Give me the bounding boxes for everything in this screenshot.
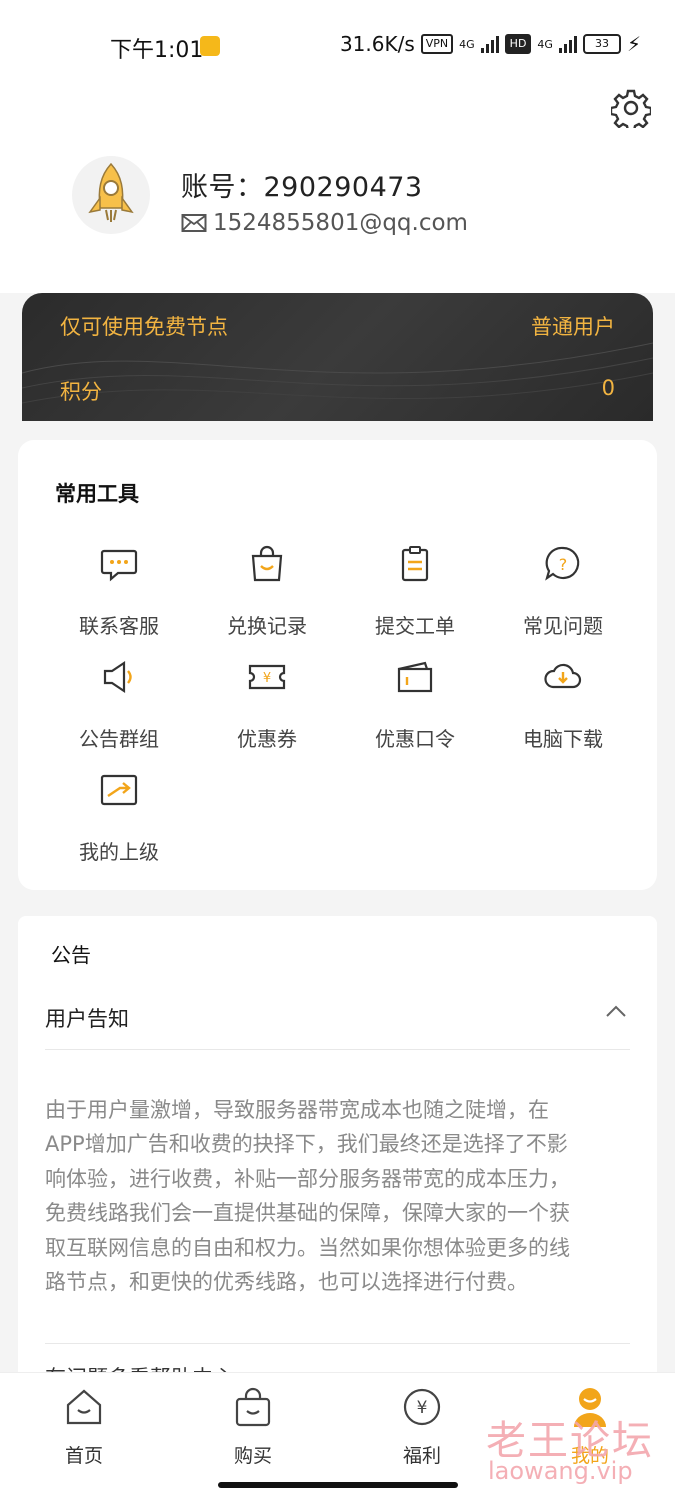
points-value: 0	[601, 376, 615, 400]
tab-welfare[interactable]: ¥ 福利	[362, 1373, 482, 1468]
account-number: 账号：290290473	[181, 172, 423, 203]
clipboard-icon	[401, 546, 429, 582]
net-type-2: 4G	[537, 37, 553, 51]
hd-badge: HD	[504, 34, 532, 54]
svg-text:¥: ¥	[417, 1398, 428, 1418]
megaphone-icon	[103, 660, 132, 694]
tool-label: 常见问题	[523, 614, 603, 638]
tool-label: 优惠券	[237, 727, 297, 751]
tools-title: 常用工具	[55, 482, 139, 506]
trend-up-icon	[100, 774, 138, 806]
shopping-bag-icon	[251, 545, 283, 582]
announcement-title: 公告	[51, 943, 91, 967]
notice-line: 响体验，进行收费，补贴一部分服务器带宽的成本压力，	[45, 1166, 570, 1191]
ticket-icon	[397, 661, 433, 693]
points-row: 积分 0	[60, 376, 615, 406]
charging-icon: ⚡	[626, 32, 641, 56]
tab-label: 购买	[233, 1445, 272, 1467]
notice-line: 由于用户量激增，导致服务器带宽成本也随之陡增，在	[45, 1098, 549, 1122]
cloud-download-icon	[544, 663, 582, 689]
question-icon: ?	[545, 546, 580, 581]
status-bar: 下午1:01 31.6K/s VPN 4G HD 4G 33 ⚡	[0, 0, 675, 90]
chevron-up-icon[interactable]	[605, 1004, 627, 1018]
common-tools-card: 常用工具 联系客服 兑换记录 提交工单 ? 常见问题 公告群组 ¥ 优惠券 优惠…	[18, 440, 657, 890]
vpn-badge: VPN	[420, 34, 454, 54]
signal-icon	[480, 35, 499, 53]
notice-item-title[interactable]: 用户告知	[45, 1003, 129, 1033]
membership-row: 仅可使用免费节点 普通用户	[60, 311, 615, 341]
email-row: 1524855801@qq.com	[181, 210, 468, 236]
network-speed: 31.6K/s	[339, 32, 415, 56]
tool-contact-support[interactable]: 联系客服	[44, 544, 194, 639]
tool-my-superior[interactable]: 我的上级	[44, 770, 194, 865]
tab-buy[interactable]: 购买	[193, 1373, 313, 1468]
tool-submit-ticket[interactable]: 提交工单	[340, 544, 490, 639]
chat-icon	[100, 549, 138, 582]
tab-label: 首页	[64, 1445, 103, 1467]
notice-line: 路节点，和更快的优秀线路，也可以选择进行付费。	[45, 1270, 528, 1295]
settings-gear-icon[interactable]	[611, 88, 651, 128]
svg-text:¥: ¥	[263, 671, 271, 686]
tab-label: 福利	[402, 1445, 441, 1467]
mail-icon	[181, 214, 207, 232]
tool-label: 公告群组	[79, 727, 159, 751]
watermark-url: laowang.vip	[488, 1457, 633, 1485]
tool-announcement-group[interactable]: 公告群组	[44, 657, 194, 752]
tool-label: 电脑下载	[523, 727, 603, 751]
notification-duck-icon	[200, 36, 220, 56]
notice-line: 免费线路我们会一直提供基础的保障，保障大家的一个获	[45, 1201, 570, 1226]
tool-coupon[interactable]: ¥ 优惠券	[192, 657, 342, 752]
membership-card[interactable]: 仅可使用免费节点 普通用户 积分 0	[22, 293, 653, 421]
coupon-icon: ¥	[248, 664, 286, 690]
email-text: 1524855801@qq.com	[213, 210, 468, 236]
svg-text:?: ?	[559, 555, 568, 574]
user-level: 普通用户	[531, 315, 615, 339]
divider	[45, 1343, 630, 1344]
tool-redeem-history[interactable]: 兑换记录	[192, 544, 342, 639]
notice-line: 取互联网信息的自由和权力。当然如果你想体验更多的线	[45, 1235, 570, 1260]
notice-body: 由于用户量激增，导致服务器带宽成本也随之陡增，在 APP增加广告和收费的抉择下，…	[45, 1093, 631, 1299]
tool-promo-code[interactable]: 优惠口令	[340, 657, 490, 752]
tab-home[interactable]: 首页	[24, 1373, 144, 1468]
tool-label: 兑换记录	[227, 614, 307, 638]
signal-icon-2	[558, 35, 577, 53]
tool-label: 联系客服	[79, 614, 159, 638]
tool-label: 提交工单	[375, 614, 455, 638]
node-restriction: 仅可使用免费节点	[60, 315, 228, 339]
points-label: 积分	[60, 380, 102, 404]
battery-icon: 33	[582, 34, 621, 54]
rocket-avatar-icon	[88, 162, 134, 222]
tool-faq[interactable]: ? 常见问题	[488, 544, 638, 639]
home-indicator[interactable]	[218, 1482, 458, 1488]
notice-line: APP增加广告和收费的抉择下，我们最终还是选择了不影	[45, 1132, 568, 1157]
avatar[interactable]	[72, 156, 150, 234]
yen-icon: ¥	[403, 1388, 441, 1426]
tool-label: 优惠口令	[375, 727, 455, 751]
status-indicators: 31.6K/s VPN 4G HD 4G 33 ⚡	[340, 32, 641, 56]
net-type-1: 4G	[459, 37, 475, 51]
announcement-card: 公告 用户告知 由于用户量激增，导致服务器带宽成本也随之陡增，在 APP增加广告…	[18, 916, 657, 1386]
divider	[45, 1049, 630, 1050]
tool-label: 我的上级	[79, 840, 159, 864]
tool-pc-download[interactable]: 电脑下载	[488, 657, 638, 752]
home-icon	[66, 1389, 102, 1425]
status-time: 下午1:01	[110, 38, 204, 63]
bag-icon	[235, 1387, 271, 1427]
